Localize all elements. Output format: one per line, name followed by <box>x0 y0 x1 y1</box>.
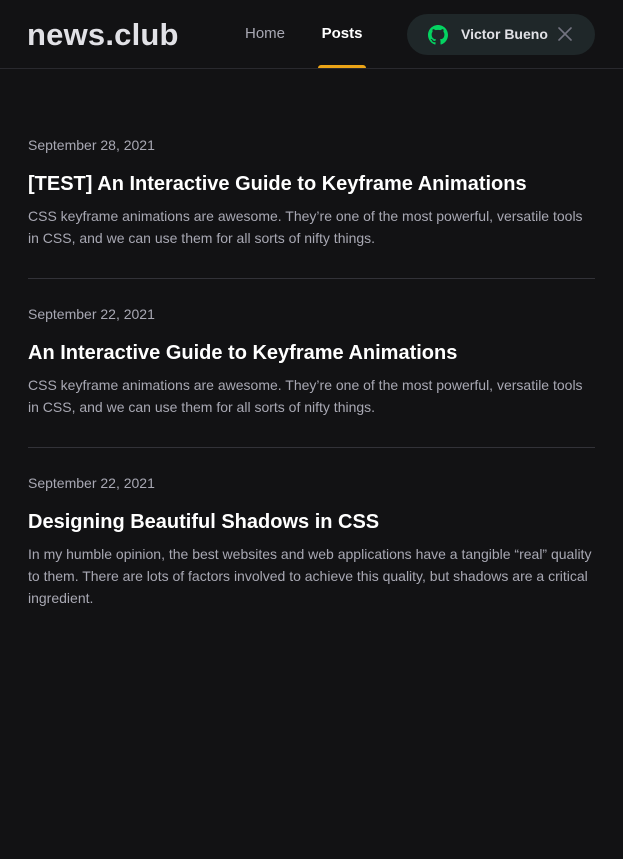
github-icon <box>428 25 448 45</box>
post-excerpt: In my humble opinion, the best websites … <box>28 546 592 606</box>
post-title[interactable]: [TEST] An Interactive Guide to Keyframe … <box>28 172 595 196</box>
post-title[interactable]: Designing Beautiful Shadows in CSS <box>28 510 595 534</box>
post-item[interactable]: September 28, 2021 [TEST] An Interactive… <box>28 110 595 279</box>
post-date: September 22, 2021 <box>28 306 155 322</box>
posts-list: September 28, 2021 [TEST] An Interactive… <box>28 110 595 638</box>
user-signin-button[interactable]: Victor Bueno <box>407 14 595 55</box>
close-icon[interactable] <box>558 27 572 41</box>
post-excerpt: CSS keyframe animations are awesome. The… <box>28 377 583 415</box>
post-item[interactable]: September 22, 2021 An Interactive Guide … <box>28 279 595 448</box>
site-header: news.club Home Posts Victor Bueno <box>0 0 623 69</box>
post-excerpt: CSS keyframe animations are awesome. The… <box>28 208 583 246</box>
post-date: September 22, 2021 <box>28 475 155 491</box>
nav-link-home[interactable]: Home <box>245 0 285 68</box>
user-name: Victor Bueno <box>461 26 548 42</box>
nav-link-posts[interactable]: Posts <box>318 0 366 68</box>
post-title[interactable]: An Interactive Guide to Keyframe Animati… <box>28 341 595 365</box>
post-item[interactable]: September 22, 2021 Designing Beautiful S… <box>28 448 595 638</box>
post-date: September 28, 2021 <box>28 137 155 153</box>
site-logo[interactable]: news.club <box>27 17 179 53</box>
